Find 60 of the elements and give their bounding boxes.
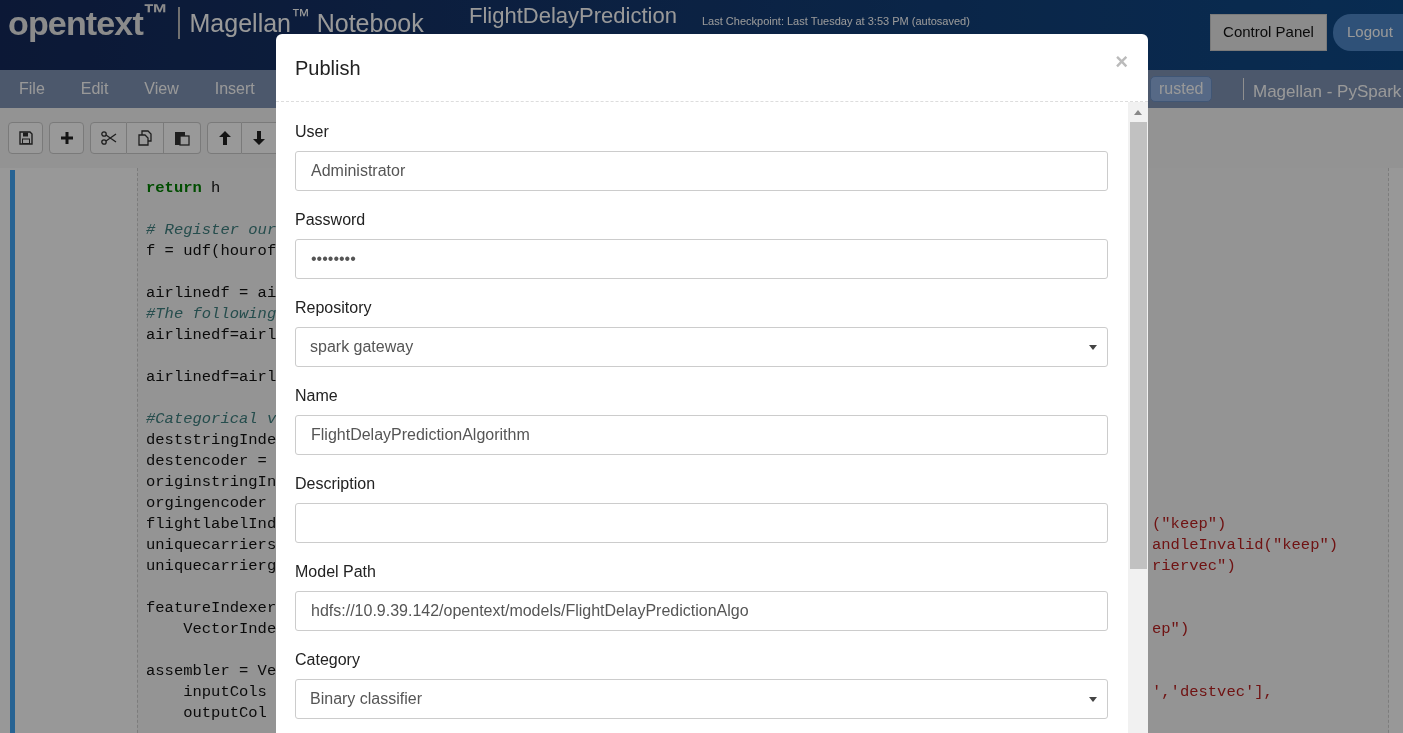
dialog-title: Publish — [295, 55, 361, 81]
password-field[interactable]: •••••••• — [295, 239, 1108, 279]
scrollbar[interactable] — [1128, 102, 1148, 733]
logo-product: Magellan$^{™}$ Notebook — [189, 10, 424, 36]
code-line: originstringIn — [146, 472, 278, 493]
field-label: Model Path — [295, 562, 377, 582]
code-comment: # Register our — [146, 220, 278, 241]
field-label: Name — [295, 386, 339, 406]
field-label: Password — [295, 210, 367, 230]
move-up-icon[interactable] — [207, 122, 242, 154]
add-cell-icon[interactable] — [49, 122, 84, 154]
code-line: uniquecarriers — [146, 535, 278, 556]
dropdown[interactable]: Binary classifier — [295, 679, 1108, 719]
logout-button[interactable]: Logout — [1333, 14, 1403, 51]
code-line: airlinedf=airl — [146, 325, 278, 346]
code-line: deststringInde — [146, 430, 278, 451]
code-line: ','destvec'], — [1152, 682, 1273, 703]
move-down-icon[interactable] — [242, 122, 277, 154]
code-line: airlinedf = ai — [146, 283, 278, 304]
caret-icon — [1089, 344, 1097, 350]
code-line: inputCols — [182, 682, 268, 703]
paste-icon[interactable] — [164, 122, 201, 154]
code-line: flightlabelInd — [146, 514, 278, 535]
logo-divider — [177, 7, 180, 39]
code-line: ep") — [1152, 619, 1190, 640]
code-line: assembler = Ve — [146, 661, 278, 682]
code-line: orgingencoder — [146, 493, 268, 514]
code-line: andleInvalid("keep") — [1152, 535, 1339, 556]
cut-icon[interactable] — [90, 122, 127, 154]
code-line: ("keep") — [1152, 514, 1227, 535]
code-line: f = udf(hourof — [146, 241, 278, 262]
input-field[interactable]: FlightDelayPredictionAlgorithm — [295, 415, 1108, 455]
code-line: return h — [146, 178, 222, 199]
dropdown[interactable]: spark gateway — [295, 327, 1108, 367]
notebook-title[interactable]: FlightDelayPrediction — [469, 3, 677, 29]
field-label: Repository — [295, 298, 373, 318]
scrollbar-thumb[interactable] — [1129, 122, 1147, 569]
field-label: Category — [295, 650, 361, 670]
copy-icon[interactable] — [127, 122, 164, 154]
kernel-name: Magellan - PySpark — [1253, 81, 1402, 103]
field-label: User — [295, 122, 330, 142]
caret-icon — [1089, 696, 1097, 702]
code-line: uniquecarrierg — [146, 556, 278, 577]
code-line: airlinedf=airl — [146, 367, 278, 388]
save-icon[interactable] — [8, 122, 43, 154]
scroll-up-icon[interactable] — [1134, 110, 1142, 115]
checkpoint-text: Last Checkpoint: Last Tuesday at 3:53 PM (autosaved) — [702, 14, 970, 28]
code-line: destencoder = — [146, 451, 268, 472]
input-field[interactable] — [295, 503, 1108, 543]
code-line: VectorInde — [182, 619, 278, 640]
code-comment: #The following — [146, 304, 278, 325]
input-field[interactable]: Administrator — [295, 151, 1108, 191]
logo-brand: opentext$^{™}$ — [8, 6, 168, 40]
control-panel-button[interactable]: Control Panel — [1210, 14, 1327, 51]
code-line: riervec") — [1152, 556, 1236, 577]
field-label: Description — [295, 474, 377, 494]
input-field[interactable]: hdfs://10.9.39.142/opentext/models/FlightDelayPredictionAlgo — [295, 591, 1108, 631]
code-line: outputCol — [182, 703, 268, 724]
code-comment: #Categorical v — [146, 409, 278, 430]
code-line: featureIndexer — [146, 598, 278, 619]
